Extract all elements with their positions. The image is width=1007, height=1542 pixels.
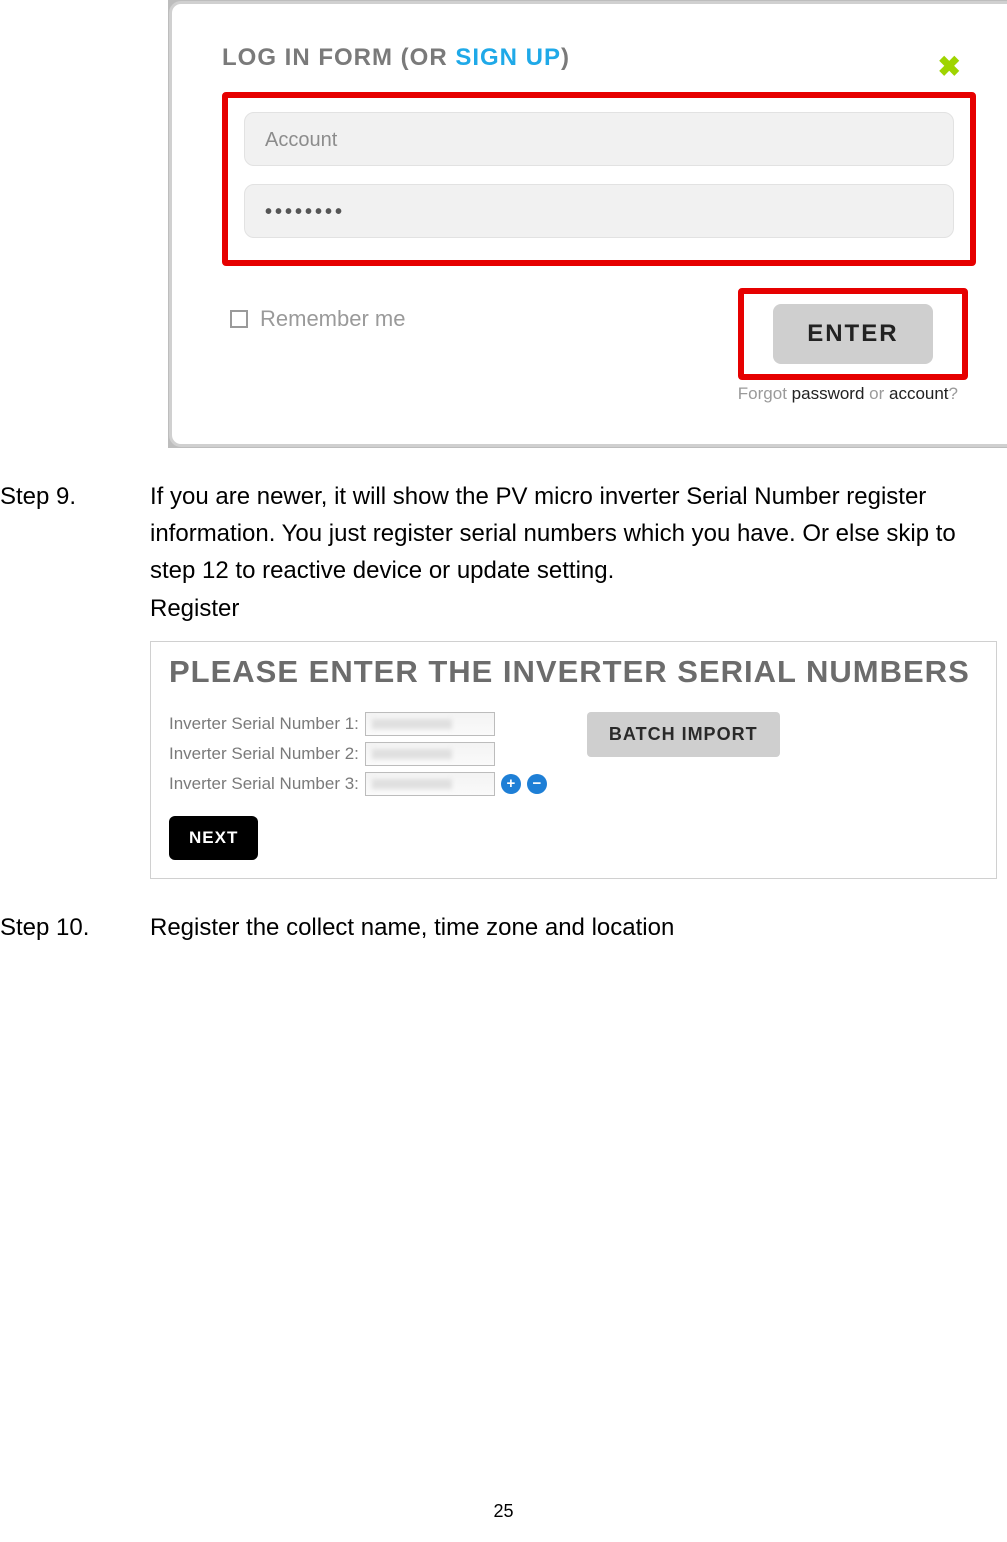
account-placeholder: Account: [265, 129, 337, 151]
serial-row-3: Inverter Serial Number 3: + −: [169, 772, 547, 796]
step9-label: Step 9.: [0, 478, 150, 627]
password-input[interactable]: ••••••••: [244, 184, 954, 238]
login-title-prefix: LOG IN FORM (OR: [222, 44, 455, 71]
next-button[interactable]: NEXT: [169, 816, 258, 860]
remember-label: Remember me: [260, 306, 405, 332]
enter-button[interactable]: ENTER: [773, 304, 932, 364]
step9: Step 9. If you are newer, it will show t…: [0, 478, 1007, 627]
step9-text2: Register: [150, 590, 1001, 627]
batch-import-button[interactable]: BATCH IMPORT: [587, 712, 780, 757]
password-mask: ••••••••: [265, 201, 345, 223]
login-title-suffix: ): [561, 44, 570, 71]
serial-input-3[interactable]: [365, 772, 495, 796]
step10-text: Register the collect name, time zone and…: [150, 909, 1001, 946]
login-card: LOG IN FORM (OR SIGN UP) ✖ Account •••••…: [169, 1, 1007, 447]
forgot-password-link[interactable]: password: [792, 384, 865, 403]
serial-inputs: Inverter Serial Number 1: Inverter Seria…: [169, 712, 547, 796]
serial-title: PLEASE ENTER THE INVERTER SERIAL NUMBERS: [169, 654, 978, 690]
serial-body: Inverter Serial Number 1: Inverter Seria…: [169, 712, 978, 796]
step10-body: Register the collect name, time zone and…: [150, 909, 1007, 946]
account-input[interactable]: Account: [244, 112, 954, 166]
step10: Step 10. Register the collect name, time…: [0, 909, 1007, 946]
serial-screenshot: PLEASE ENTER THE INVERTER SERIAL NUMBERS…: [150, 641, 997, 879]
page-number: 25: [0, 1501, 1007, 1522]
remember-me[interactable]: Remember me: [230, 306, 405, 332]
serial-input-1[interactable]: [365, 712, 495, 736]
serial-label-2: Inverter Serial Number 2:: [169, 744, 359, 764]
serial-row-2: Inverter Serial Number 2:: [169, 742, 547, 766]
remove-row-icon[interactable]: −: [527, 774, 547, 794]
serial-input-2[interactable]: [365, 742, 495, 766]
serial-row-1: Inverter Serial Number 1:: [169, 712, 547, 736]
remember-checkbox-icon[interactable]: [230, 310, 248, 328]
step9-text1: If you are newer, it will show the PV mi…: [150, 478, 1001, 590]
login-title: LOG IN FORM (OR SIGN UP): [222, 44, 976, 72]
step10-label: Step 10.: [0, 909, 150, 946]
serial-label-3: Inverter Serial Number 3:: [169, 774, 359, 794]
enter-area: ENTER Forgot password or account?: [738, 288, 968, 404]
serial-label-1: Inverter Serial Number 1:: [169, 714, 359, 734]
forgot-account-link[interactable]: account: [889, 384, 949, 403]
login-bottom-row: Remember me ENTER Forgot password or acc…: [222, 288, 976, 404]
enter-highlight: ENTER: [738, 288, 968, 380]
add-row-icon[interactable]: +: [501, 774, 521, 794]
step9-body: If you are newer, it will show the PV mi…: [150, 478, 1007, 627]
login-screenshot: LOG IN FORM (OR SIGN UP) ✖ Account •••••…: [168, 0, 1007, 448]
credentials-highlight: Account ••••••••: [222, 92, 976, 266]
close-icon[interactable]: ✖: [938, 50, 961, 83]
signup-link[interactable]: SIGN UP: [455, 44, 561, 71]
forgot-line: Forgot password or account?: [738, 384, 958, 404]
